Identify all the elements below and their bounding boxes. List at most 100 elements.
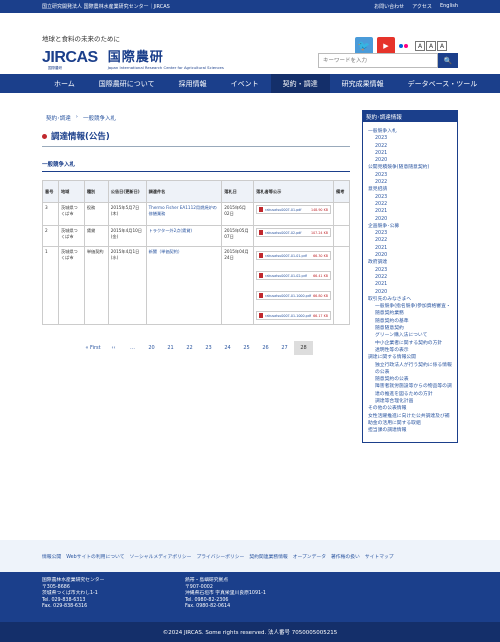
contact-link[interactable]: お問い合わせ — [374, 3, 404, 10]
footer-link[interactable]: ソーシャルメディアポリシー — [130, 553, 192, 560]
sidebar-menu-item[interactable]: 透明性等の表示 — [368, 347, 452, 354]
footer-link[interactable]: 情報公開 — [42, 553, 61, 560]
sidebar-menu-item[interactable]: 2022 — [368, 201, 452, 208]
sidebar-menu-item[interactable]: 随意契約の公表 — [368, 376, 452, 383]
col-award-date: 落札日 — [221, 180, 255, 203]
row-title-link[interactable]: トラクター外2点(賃貸) — [149, 228, 192, 233]
footer-link[interactable]: 著作権の扱い — [331, 553, 360, 560]
sidebar-menu-item[interactable]: その他の公表情報 — [368, 405, 452, 412]
pager-page[interactable]: 23 — [199, 341, 218, 355]
font-size-medium[interactable]: A — [426, 41, 436, 51]
sidebar-menu-item[interactable]: 一般競争(指名競争)参加資格審査・随意契約業務 — [368, 303, 452, 318]
pager-prev[interactable]: ‹‹ — [104, 341, 123, 355]
sidebar-menu-item[interactable]: 意見招請 — [368, 186, 452, 193]
footer-link[interactable]: プライバシーポリシー — [196, 553, 244, 560]
sidebar-menu-item[interactable]: 2023 — [368, 230, 452, 237]
search-input[interactable] — [318, 53, 438, 68]
nav-database[interactable]: データベース・ツール — [396, 74, 490, 93]
sidebar-menu-item[interactable]: 2021 — [368, 245, 452, 252]
english-link[interactable]: English — [440, 3, 458, 10]
sidebar-menu-item[interactable]: 2022 — [368, 143, 452, 150]
sidebar-menu-item[interactable]: 調達に関する情報公開 — [368, 354, 452, 361]
flickr-icon[interactable] — [399, 41, 409, 51]
pdf-file-link[interactable]: rakusatsu0007-01-1000.pdf 66.17 KB — [256, 311, 331, 320]
pdf-file-link[interactable]: rakusatsu0007-01-1000.pdf 66.80 KB — [256, 291, 331, 300]
sidebar-menu-item[interactable]: 企画競争･公募 — [368, 223, 452, 230]
sidebar-menu-item[interactable]: 随意随意契約 — [368, 325, 452, 332]
access-link[interactable]: アクセス — [412, 3, 432, 10]
sidebar-menu-item[interactable]: グリーン購入法について — [368, 332, 452, 339]
pdf-file-link[interactable]: rakusatsu0007-01-02.pdf 66.41 KB — [256, 271, 331, 280]
sidebar-menu-item[interactable]: 2021 — [368, 208, 452, 215]
sidebar-menu-item[interactable]: 随意契約の基準 — [368, 318, 452, 325]
footer-link[interactable]: 契約関連業務情報 — [249, 553, 287, 560]
sidebar-menu-item[interactable]: 中小企業者に関する契約の方針 — [368, 340, 452, 347]
footer: 国際農林水産業研究センター 〒305-8686 茨城県つくば市大わし1-1 Te… — [0, 572, 500, 622]
pdf-icon — [259, 293, 264, 298]
sidebar-menu-item[interactable]: 一般競争入札 — [368, 128, 452, 135]
sidebar-menu-item[interactable]: 2020 — [368, 157, 452, 164]
sidebar-menu-item[interactable]: 2020 — [368, 252, 452, 259]
footer-link[interactable]: サイトマップ — [365, 553, 394, 560]
sidebar-menu-item[interactable]: 2021 — [368, 150, 452, 157]
pdf-file-link[interactable]: rakusatsu0007-02.pdf 107.24 KB — [256, 228, 331, 237]
pager-page[interactable]: 25 — [237, 341, 256, 355]
sidebar-menu-item[interactable]: 調達等合理化計画 — [368, 398, 452, 405]
pager-page[interactable]: 20 — [142, 341, 161, 355]
nav-recruit[interactable]: 採用情報 — [167, 74, 219, 93]
table-header-row: 番号 地域 種別 公告日(更新日) 調達件名 落札日 落札者等公示 備考 — [42, 180, 350, 203]
table-row: 2 茨城県つくば市 賃貸 2015年4月10日(金) トラクター外2点(賃貸) … — [42, 225, 350, 247]
pdf-file-link[interactable]: rakusatsu0007-01-01.pdf 66.30 KB — [256, 251, 331, 260]
nav-research[interactable]: 研究成果情報 — [330, 74, 396, 93]
sidebar-menu-item[interactable]: 2023 — [368, 172, 452, 179]
top-bar: 国立研究開発法人 国際農林水産業研究センター｜JIRCAS お問い合わせ アクセ… — [0, 0, 500, 13]
row-type: 役務 — [83, 202, 109, 226]
top-links: お問い合わせ アクセス English — [374, 3, 458, 10]
sidebar-menu-item[interactable]: 担当課の調達情報 — [368, 427, 452, 434]
nav-procurement[interactable]: 契約・調達 — [270, 74, 330, 93]
sidebar-menu-item[interactable]: 2021 — [368, 281, 452, 288]
sidebar-menu-item[interactable]: 政府調達 — [368, 259, 452, 266]
pdf-file-size: 148.90 KB — [310, 207, 328, 212]
breadcrumb-procurement[interactable]: 契約･調達 — [46, 114, 71, 122]
breadcrumb-current: 一般競争入札 — [82, 116, 116, 122]
search-button[interactable]: 🔍 — [438, 53, 458, 68]
sidebar-menu-item[interactable]: 2023 — [368, 267, 452, 274]
footer-link[interactable]: オープンデータ — [293, 553, 326, 560]
table-row: 1 茨城県つくば市 単価契約 2015年4月1日(水) 新聞（単価契約） 201… — [42, 246, 350, 325]
pdf-icon — [259, 207, 264, 212]
sidebar-menu-item[interactable]: 独立行政法人が行う契約に係る情報の公表 — [368, 362, 452, 377]
site-logo[interactable]: JIRCAS 国際農研 国際農研 Japan International Res… — [42, 46, 224, 70]
pager-page[interactable]: 26 — [256, 341, 275, 355]
pdf-file-link[interactable]: rakusatsu0007-01.pdf 148.90 KB — [256, 205, 331, 214]
pager-page[interactable]: 24 — [218, 341, 237, 355]
pager-page[interactable]: 27 — [275, 341, 294, 355]
nav-about[interactable]: 国際農研について — [87, 74, 167, 93]
sidebar-menu-item[interactable]: 2020 — [368, 216, 452, 223]
sidebar-menu-item[interactable]: 女性活躍推進に向けた公共調達及び補助金の活用に関する取組 — [368, 413, 452, 428]
sidebar-menu-item[interactable]: 障害者就労施設等からの物品等の調達の推進を図るための方針 — [368, 383, 452, 398]
org-name-jp: 国際農研 — [107, 50, 164, 65]
row-number: 2 — [42, 225, 59, 247]
nav-home[interactable]: ホーム — [42, 74, 87, 93]
sidebar-menu-item[interactable]: 2022 — [368, 274, 452, 281]
font-size-small[interactable]: A — [415, 41, 425, 51]
sidebar-menu-item[interactable]: 2022 — [368, 179, 452, 186]
pager-page[interactable]: 22 — [180, 341, 199, 355]
row-title-link[interactable]: 新聞（単価契約） — [149, 249, 183, 254]
sidebar-menu-item[interactable]: 取引先のみなさまへ — [368, 296, 452, 303]
sidebar-menu-item[interactable]: 2023 — [368, 194, 452, 201]
row-title: Thermo Fisher EA1112用燃焼炉の修繕業務 — [145, 202, 223, 226]
pager-first[interactable]: « First — [82, 341, 104, 355]
font-size-large[interactable]: A — [437, 41, 447, 51]
pdf-file-size: 107.24 KB — [310, 230, 328, 235]
footer-link[interactable]: Webサイトの利用について — [66, 553, 124, 560]
sidebar-menu-item[interactable]: 2020 — [368, 289, 452, 296]
pager-page[interactable]: 21 — [161, 341, 180, 355]
sidebar-menu-item[interactable]: 2023 — [368, 135, 452, 142]
row-title-link[interactable]: Thermo Fisher EA1112用燃焼炉の修繕業務 — [149, 205, 217, 216]
row-title: 新聞（単価契約） — [145, 246, 223, 325]
sidebar-menu-item[interactable]: 2022 — [368, 237, 452, 244]
nav-events[interactable]: イベント — [219, 74, 271, 93]
sidebar-menu-item[interactable]: 公開見積競争(随意随意契約) — [368, 164, 452, 171]
